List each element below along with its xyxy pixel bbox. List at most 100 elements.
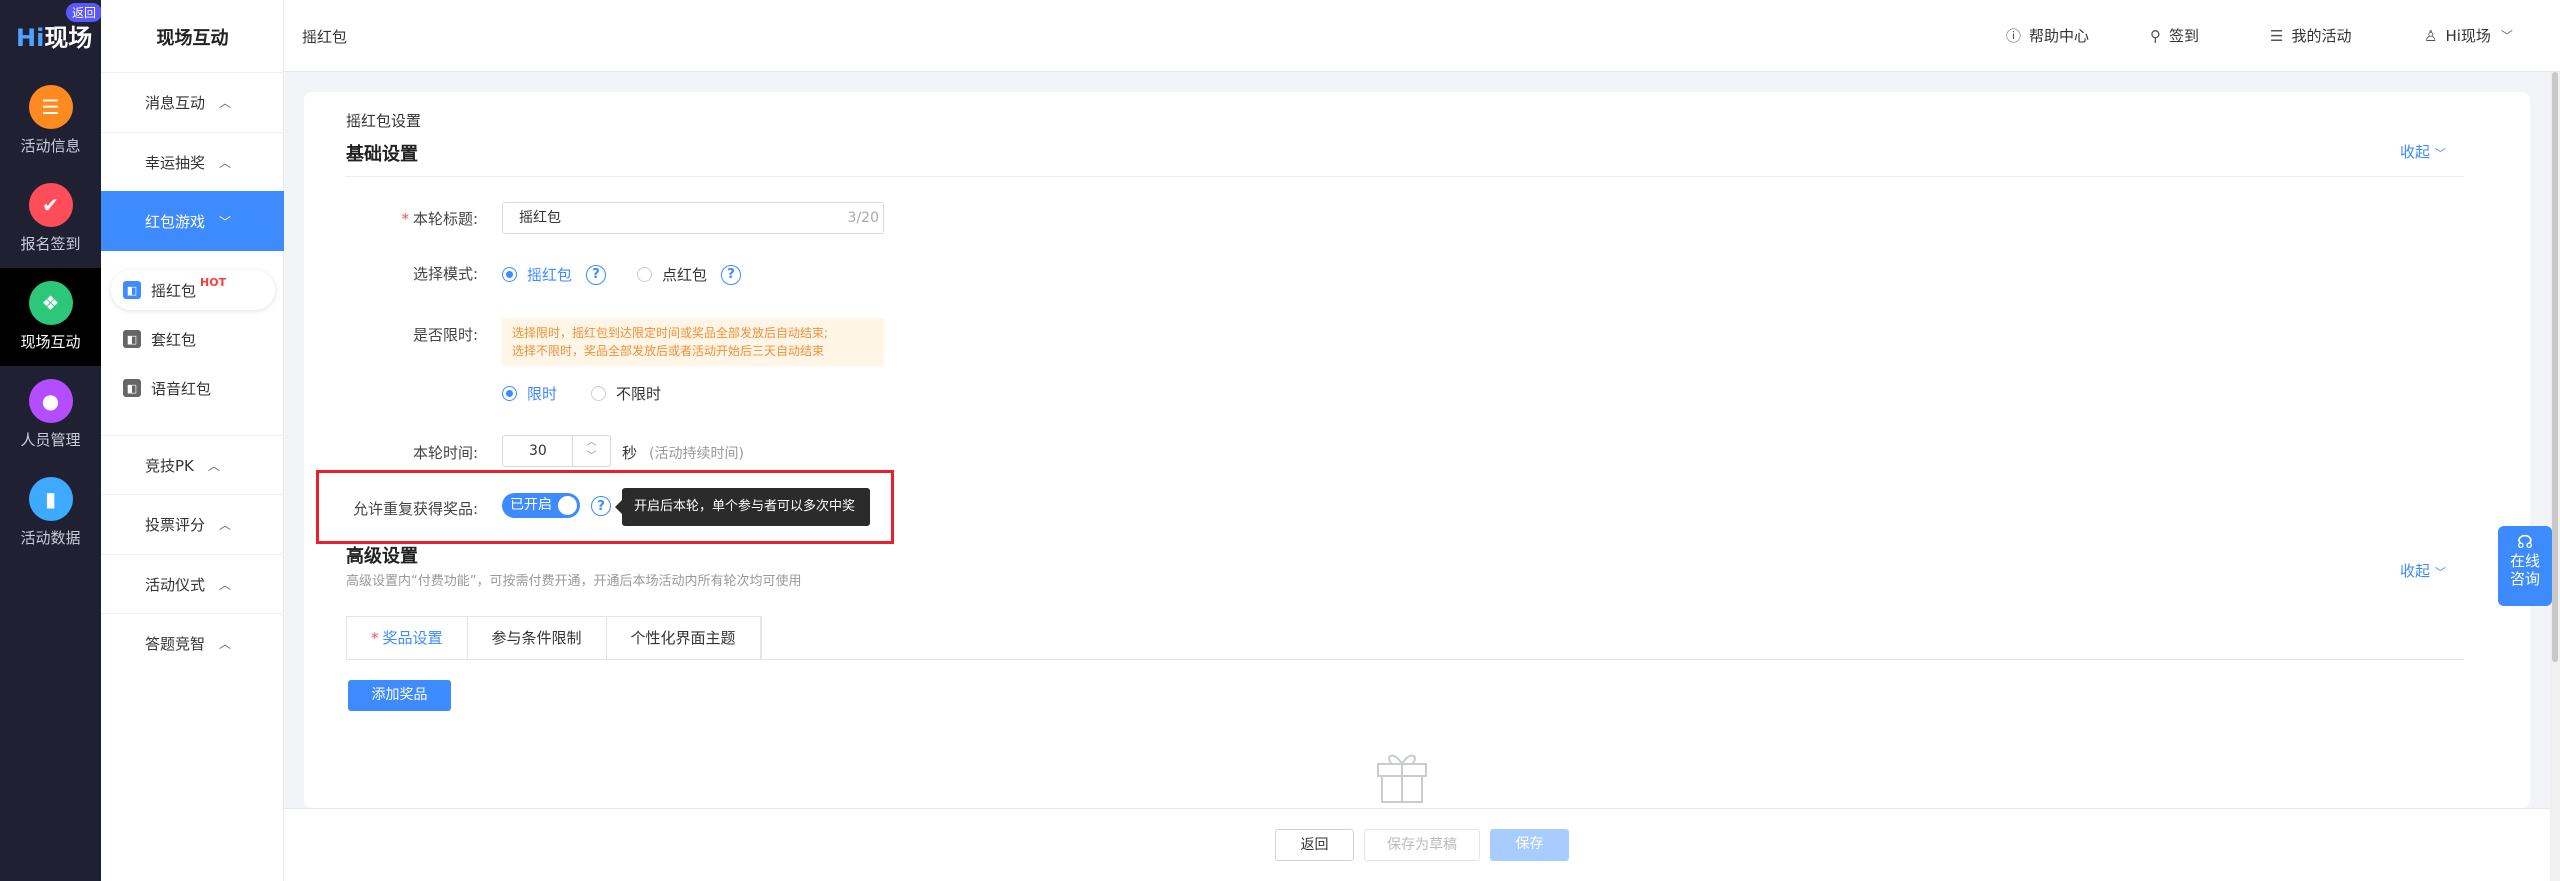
rail-item-signup[interactable]: ✔ 报名签到 — [0, 170, 101, 268]
list-icon: ☰ — [2270, 26, 2284, 45]
help-icon[interactable]: ? — [586, 264, 607, 285]
chevron-up-icon[interactable]: ︿ — [573, 436, 610, 450]
collapse-label: 收起 — [2400, 562, 2431, 580]
sub-item-catch-redpacket[interactable]: ◧ 套红包 — [111, 319, 275, 359]
menu-group-ceremony[interactable]: 活动仪式 ︿ — [101, 554, 284, 614]
menu-group-vote[interactable]: 投票评分 ︿ — [101, 494, 284, 554]
limit-yes-radio[interactable]: 限时 — [502, 383, 557, 404]
repeat-toggle[interactable]: 已开启 — [502, 493, 580, 518]
chevron-up-icon: ︿ — [219, 156, 232, 170]
sub-item-shake-redpacket[interactable]: ◧ 摇红包 HOT — [111, 270, 275, 310]
collapse-basic-button[interactable]: 收起 ﹀ — [2400, 141, 2446, 162]
tab-participation-limits[interactable]: 参与条件限制 — [467, 617, 607, 660]
info-icon: ⓘ — [2006, 27, 2022, 45]
sub-item-label: 套红包 — [151, 330, 197, 349]
menu-group-messages[interactable]: 消息互动 ︿ — [101, 72, 284, 132]
sub-item-label: 摇红包 — [151, 281, 197, 300]
interaction-icon: ❖ — [28, 281, 73, 325]
menu-group-label: 幸运抽奖 — [145, 154, 206, 172]
add-prize-button[interactable]: 添加奖品 — [348, 680, 451, 711]
menu-group-lottery[interactable]: 幸运抽奖 ︿ — [101, 132, 284, 192]
rail-item-activity-info[interactable]: ☰ 活动信息 — [0, 72, 101, 170]
help-icon[interactable]: ? — [591, 496, 611, 516]
redpacket-icon: ◧ — [123, 330, 141, 348]
menu-group-quiz[interactable]: 答题竞智 ︿ — [101, 613, 284, 673]
menu-title: 现场互动 — [156, 28, 229, 49]
limit-warning-line: 选择限时，摇红包到达限定时间或奖品全部发放后自动结束; — [512, 326, 829, 340]
rail-item-people[interactable]: ● 人员管理 — [0, 366, 101, 464]
logo-hi: Hi — [16, 24, 45, 52]
save-draft-button[interactable]: 保存为草稿 — [1364, 829, 1480, 861]
advanced-settings-title: 高级设置 — [346, 546, 418, 567]
location-icon: ⚲ — [2150, 26, 2161, 45]
collapse-label: 收起 — [2400, 143, 2431, 161]
headset-icon: ☊ — [2517, 532, 2533, 553]
tab-theme[interactable]: 个性化界面主题 — [606, 617, 761, 660]
sub-item-voice-redpacket[interactable]: ◧ 语音红包 — [111, 368, 275, 408]
online-consult-label: 在线 — [2509, 552, 2540, 570]
rail-item-label: 活动数据 — [20, 529, 81, 547]
required-mark: * — [371, 629, 379, 647]
hot-badge: HOT — [200, 275, 227, 289]
limit-no-radio[interactable]: 不限时 — [591, 383, 661, 404]
logo[interactable]: Hi现场 — [16, 18, 92, 53]
signin-link[interactable]: ⚲ 签到 — [2150, 25, 2199, 46]
round-title-input[interactable]: 摇红包 3/20 — [502, 202, 884, 234]
back-badge[interactable]: 返回 — [66, 3, 103, 22]
tab-prize-settings[interactable]: * 奖品设置 — [347, 617, 468, 660]
menu-group-pk[interactable]: 竞技PK ︿ — [101, 435, 284, 495]
help-center-link[interactable]: ⓘ 帮助中心 — [2006, 25, 2089, 46]
time-value: 30 — [529, 443, 547, 459]
chevron-down-icon[interactable]: ﹀ — [573, 450, 610, 464]
empty-gift-icon — [1377, 754, 1427, 803]
rail-item-label: 现场互动 — [20, 333, 81, 351]
limit-label: 是否限时: — [412, 326, 478, 344]
user-icon: ♙ — [2424, 26, 2438, 45]
menu-group-redpacket[interactable]: 红包游戏 ﹀ — [101, 191, 284, 251]
person-icon: ● — [28, 379, 73, 423]
toggle-label: 已开启 — [510, 497, 552, 513]
char-count: 3/20 — [847, 210, 879, 226]
signin-label: 签到 — [2169, 27, 2200, 45]
basic-settings-title: 基础设置 — [346, 144, 418, 165]
tab-label: 参与条件限制 — [491, 629, 582, 647]
tab-label: 个性化界面主题 — [630, 629, 736, 647]
scrollbar-thumb[interactable] — [2552, 72, 2558, 662]
limit-no-label: 不限时 — [616, 385, 662, 403]
time-stepper[interactable]: 30 ︿ ﹀ — [502, 435, 611, 467]
back-button[interactable]: 返回 — [1275, 829, 1354, 861]
rail-item-label: 活动信息 — [20, 137, 81, 155]
online-consult-button[interactable]: ☊ 在线 咨询 — [2498, 526, 2552, 606]
chevron-up-icon: ︿ — [219, 578, 232, 592]
chevron-up-icon: ︿ — [207, 459, 220, 473]
chevron-down-icon: ﹀ — [2434, 566, 2446, 579]
rail-item-label: 人员管理 — [20, 431, 81, 449]
tab-label: 奖品设置 — [382, 629, 443, 647]
mode-shake-radio[interactable]: 摇红包? — [502, 264, 607, 285]
my-activities-link[interactable]: ☰ 我的活动 — [2270, 25, 2351, 46]
radio-dot — [502, 267, 517, 282]
chevron-up-icon: ︿ — [219, 518, 232, 532]
online-consult-label: 咨询 — [2509, 570, 2540, 588]
mode-shake-label: 摇红包 — [527, 266, 573, 284]
chevron-down-icon: ﹀ — [2434, 147, 2446, 160]
help-icon[interactable]: ? — [721, 264, 742, 285]
toggle-knob — [558, 496, 577, 515]
stepper-buttons[interactable]: ︿ ﹀ — [572, 436, 610, 466]
rail-item-data[interactable]: ▮ 活动数据 — [0, 464, 101, 562]
save-button[interactable]: 保存 — [1490, 829, 1569, 861]
user-menu[interactable]: ♙ Hi现场 ﹀ — [2424, 25, 2513, 46]
mode-tap-radio[interactable]: 点红包? — [637, 264, 742, 285]
rail-item-interaction[interactable]: ❖ 现场互动 — [0, 268, 101, 366]
chart-icon: ▮ — [28, 477, 73, 521]
clipboard-icon: ✔ — [28, 183, 73, 227]
redpacket-icon: ◧ — [123, 379, 141, 397]
menu-group-label: 活动仪式 — [145, 576, 206, 594]
round-title-label: * 本轮标题: — [298, 208, 478, 229]
round-title-label-text: 本轮标题: — [412, 210, 478, 228]
repeat-tooltip: 开启后本轮，单个参与者可以多次中奖 — [615, 488, 870, 526]
required-mark: * — [401, 210, 409, 228]
collapse-advanced-button[interactable]: 收起 ﹀ — [2400, 560, 2446, 581]
limit-warning: 选择限时，摇红包到达限定时间或奖品全部发放后自动结束; 选择不限时，奖品全部发放… — [502, 318, 884, 366]
time-label: 本轮时间: — [412, 444, 478, 462]
